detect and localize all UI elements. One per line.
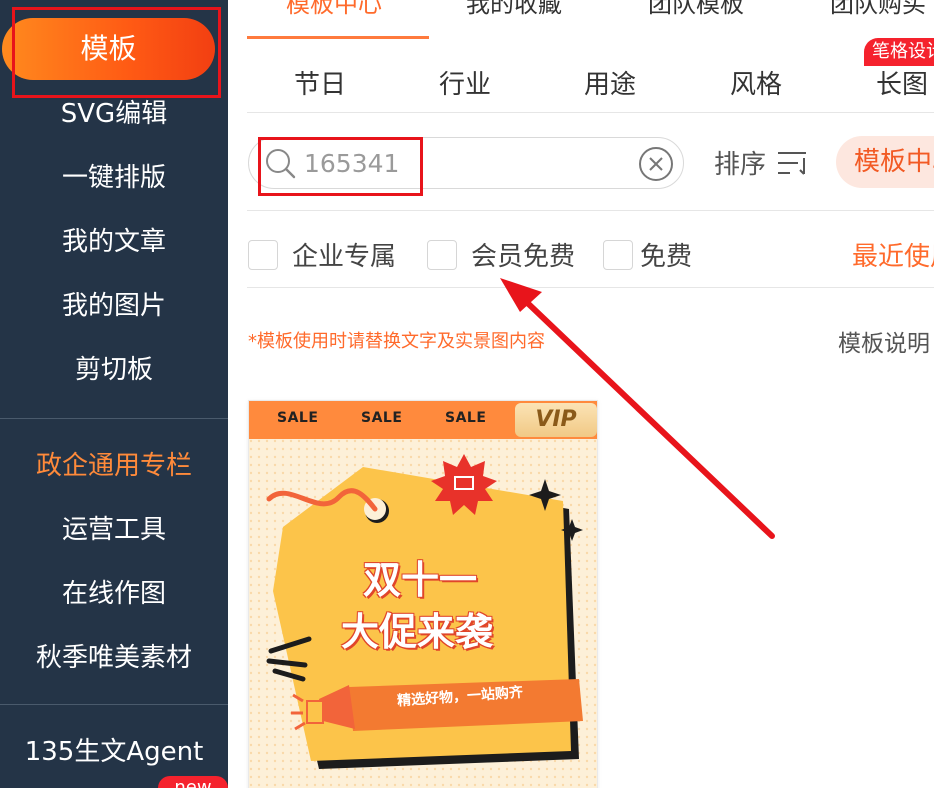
- sidebar: 模板 SVG编辑 一键排版 我的文章 我的图片 剪切板 政企通用专栏 运营工具 …: [0, 0, 228, 788]
- sidebar-item-operation-tools[interactable]: 运营工具: [0, 510, 228, 550]
- tab-my-favorites[interactable]: 我的收藏: [466, 0, 562, 19]
- template-center-pill[interactable]: 模板中心: [836, 136, 934, 188]
- sidebar-item-agent[interactable]: 135生文Agent: [0, 732, 228, 772]
- sidebar-item-my-images[interactable]: 我的图片: [0, 286, 228, 326]
- search-input[interactable]: [304, 145, 624, 181]
- category-long-image[interactable]: 长图: [876, 64, 928, 101]
- divider: [247, 287, 934, 288]
- checkbox-free[interactable]: [603, 240, 633, 270]
- active-tab-indicator: [247, 36, 429, 39]
- filter-member-free-label: 会员免费: [471, 242, 576, 272]
- search-icon: [266, 149, 296, 179]
- divider: [247, 112, 934, 113]
- tab-team-purchase[interactable]: 团队购买: [830, 0, 926, 19]
- sidebar-item-my-articles[interactable]: 我的文章: [0, 222, 228, 262]
- sidebar-divider: [0, 418, 228, 419]
- sidebar-item-svg-editor[interactable]: SVG编辑: [0, 94, 228, 134]
- checkbox-enterprise[interactable]: [248, 240, 278, 270]
- sidebar-item-one-click-layout[interactable]: 一键排版: [0, 158, 228, 198]
- sidebar-item-templates[interactable]: 模板: [2, 18, 215, 80]
- category-style[interactable]: 风格: [730, 64, 782, 101]
- sidebar-item-label: 模板: [80, 32, 137, 65]
- filter-enterprise-label: 企业专属: [292, 242, 397, 272]
- category-badge: 笔格设计: [864, 38, 934, 66]
- clear-icon[interactable]: [638, 146, 674, 182]
- card-title-line2: 大促来袭: [341, 610, 494, 654]
- category-usage[interactable]: 用途: [584, 64, 636, 101]
- sidebar-item-online-drawing[interactable]: 在线作图: [0, 574, 228, 614]
- sale-label: SALE: [277, 410, 319, 426]
- notice-text: *模板使用时请替换文字及实景图内容: [248, 331, 545, 352]
- sale-label: SALE: [361, 410, 403, 426]
- tab-team-templates[interactable]: 团队模板: [648, 0, 744, 19]
- tab-template-center[interactable]: 模板中心: [286, 0, 382, 19]
- divider: [247, 210, 934, 211]
- sidebar-item-government-column[interactable]: 政企通用专栏: [0, 446, 228, 486]
- template-card[interactable]: SALE SALE SALE VIP 双十一 大促来袭 精选好物，一站购齐: [248, 400, 598, 788]
- card-title-line1: 双十一: [363, 558, 478, 602]
- new-badge: new: [158, 776, 228, 788]
- category-festival[interactable]: 节日: [294, 64, 346, 101]
- sidebar-divider: [0, 704, 228, 705]
- template-description-link[interactable]: 模板说明: [838, 324, 930, 358]
- sale-label: SALE: [445, 410, 487, 426]
- checkbox-member-free[interactable]: [427, 240, 457, 270]
- sidebar-item-autumn-materials[interactable]: 秋季唯美素材: [0, 638, 228, 678]
- category-industry[interactable]: 行业: [439, 64, 491, 101]
- sort-icon[interactable]: [776, 150, 810, 176]
- sidebar-item-clipboard[interactable]: 剪切板: [0, 350, 228, 390]
- recent-used-link[interactable]: 最近使用: [852, 236, 934, 273]
- card-banner: SALE SALE SALE VIP: [249, 401, 597, 439]
- vip-badge: VIP: [515, 403, 597, 437]
- filter-free-label: 免费: [640, 242, 693, 272]
- sort-label[interactable]: 排序: [714, 144, 766, 181]
